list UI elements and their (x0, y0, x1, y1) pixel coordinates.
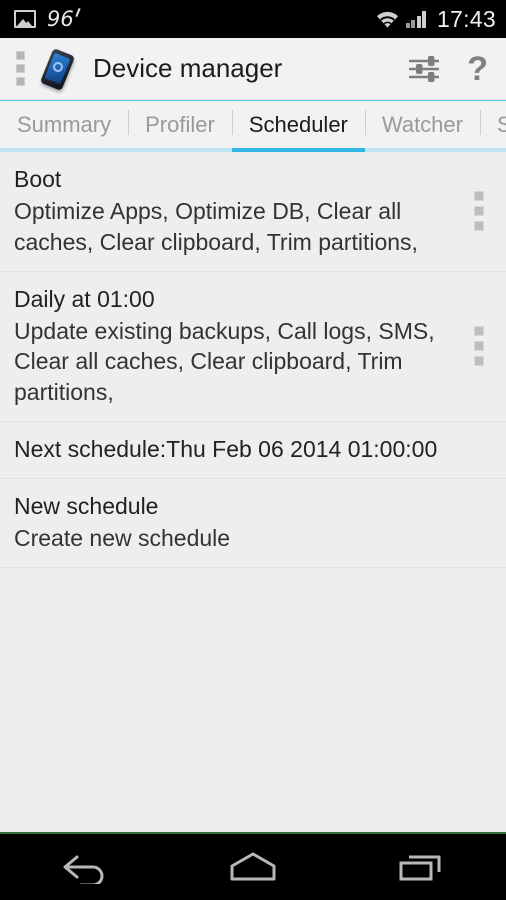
tab-summary[interactable]: Summary (0, 101, 129, 152)
new-schedule-subtitle: Create new schedule (14, 525, 231, 552)
tab-stats[interactable]: Stats (479, 101, 506, 152)
list-item-texts: Next schedule:Thu Feb 06 2014 01:00:00 (14, 434, 492, 465)
status-bar-left: 96 (14, 7, 74, 31)
next-schedule-row: Next schedule:Thu Feb 06 2014 01:00:00 (0, 422, 506, 479)
tab-scheduler[interactable]: Scheduler (231, 101, 365, 152)
row-overflow-dots-icon[interactable] (474, 326, 484, 367)
schedule-actions: Optimize Apps, Optimize DB, Clear all ca… (14, 198, 418, 255)
device-screen: 96 17:43 Device manager ? Summary Profil… (0, 0, 506, 900)
action-bar-actions: ? (407, 52, 492, 86)
recents-icon[interactable] (367, 834, 477, 900)
tab-watcher[interactable]: Watcher (364, 101, 480, 152)
signal-bars-icon (405, 10, 427, 28)
help-question-icon[interactable]: ? (467, 52, 492, 86)
next-schedule-text: Next schedule:Thu Feb 06 2014 01:00:00 (14, 435, 438, 462)
new-schedule-title: New schedule (14, 492, 159, 519)
page-title: Device manager (93, 53, 283, 83)
tab-profiler[interactable]: Profiler (128, 101, 232, 152)
status-bar-right: 17:43 (376, 6, 496, 33)
overflow-dots-icon[interactable] (10, 43, 31, 94)
sliders-tune-icon[interactable] (407, 54, 441, 84)
schedule-title: Daily at 01:00 (14, 285, 155, 312)
navigation-bar (0, 832, 506, 900)
list-item[interactable]: Boot Optimize Apps, Optimize DB, Clear a… (0, 152, 506, 272)
list-item-texts: Daily at 01:00 Update existing backups, … (14, 284, 492, 408)
list-item-texts: Boot Optimize Apps, Optimize DB, Clear a… (14, 164, 492, 258)
list-item-texts: New schedule Create new schedule (14, 491, 492, 554)
notification-count: 96 (47, 7, 74, 31)
home-icon[interactable] (198, 834, 308, 900)
new-schedule-row[interactable]: New schedule Create new schedule (0, 479, 506, 568)
status-bar: 96 17:43 (0, 0, 506, 38)
schedule-title: Boot (14, 166, 62, 192)
list-item[interactable]: Daily at 01:00 Update existing backups, … (0, 272, 506, 422)
back-arrow-icon[interactable] (29, 834, 139, 900)
action-bar: Device manager ? (0, 38, 506, 100)
gallery-icon (14, 10, 36, 28)
status-bar-clock: 17:43 (436, 5, 496, 32)
device-phone-icon (37, 47, 79, 91)
schedule-list: Boot Optimize Apps, Optimize DB, Clear a… (0, 152, 506, 832)
row-overflow-dots-icon[interactable] (474, 191, 484, 232)
schedule-actions: Update existing backups, Call logs, SMS,… (14, 317, 435, 406)
tab-bar: Summary Profiler Scheduler Watcher Stats (0, 100, 506, 152)
wifi-icon (376, 11, 399, 28)
